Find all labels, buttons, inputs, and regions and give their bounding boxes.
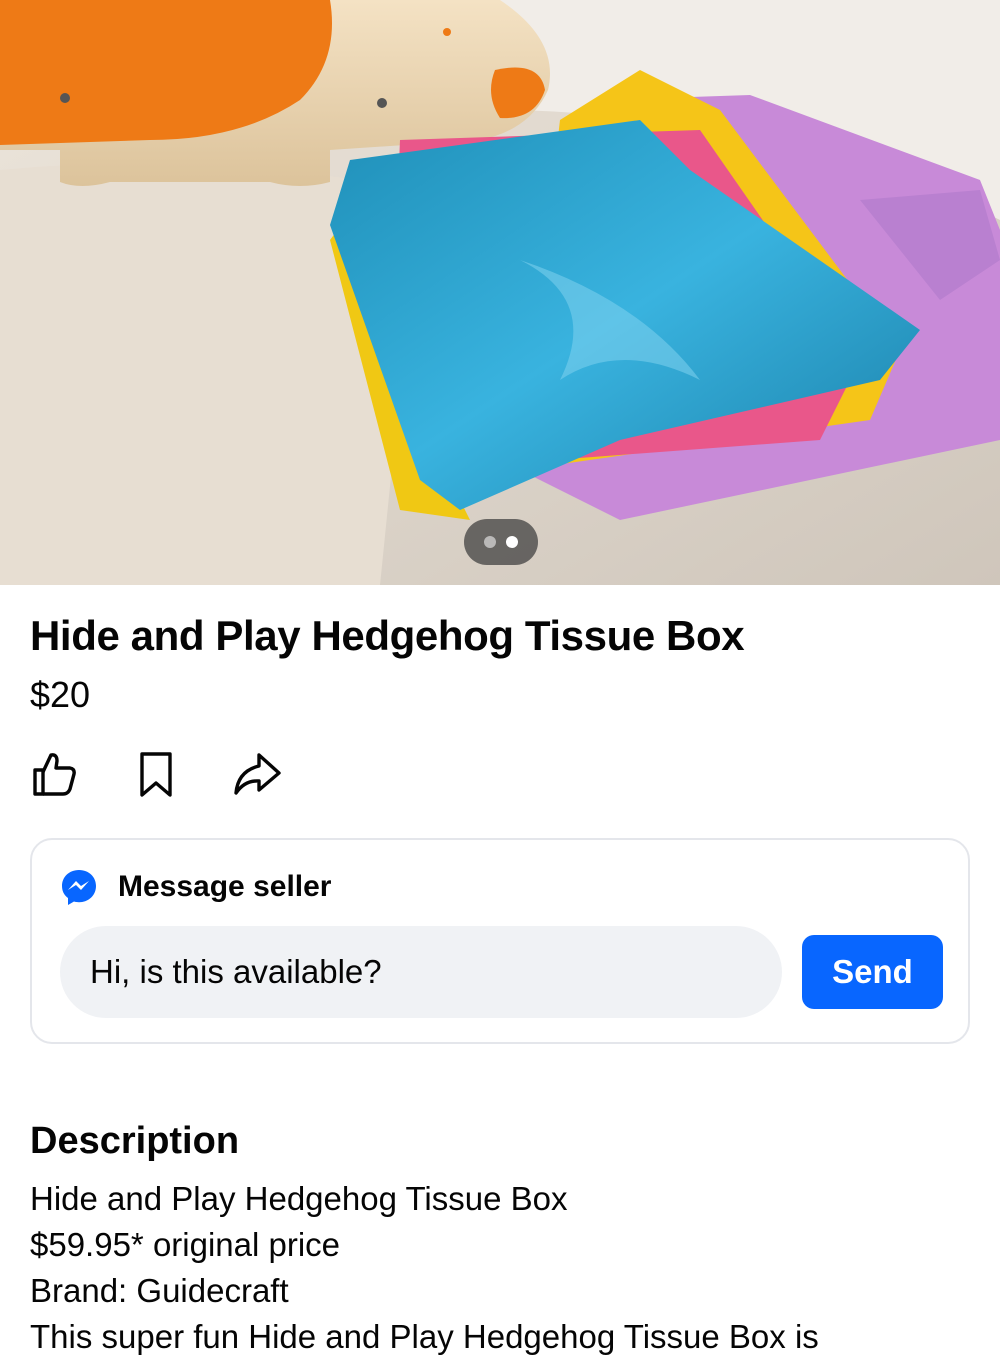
description-line: Hide and Play Hedgehog Tissue Box <box>30 1180 568 1217</box>
image-pager[interactable] <box>464 519 538 565</box>
description-heading: Description <box>30 1120 240 1162</box>
message-input[interactable] <box>60 926 782 1018</box>
share-button[interactable] <box>229 746 285 802</box>
description-line: Brand: Guidecraft <box>30 1272 289 1309</box>
description-text: Hide and Play Hedgehog Tissue Box $59.95… <box>30 1176 819 1360</box>
share-icon <box>234 753 281 795</box>
message-seller-label: Message seller <box>118 870 332 903</box>
listing-price: $20 <box>30 674 91 715</box>
message-seller-card: Message seller Send <box>30 838 970 1044</box>
message-seller-header: Message seller <box>60 868 331 906</box>
save-button[interactable] <box>128 746 184 802</box>
pager-dot-2-active[interactable] <box>506 536 518 548</box>
product-photo[interactable] <box>0 0 1000 585</box>
messenger-icon <box>62 870 96 905</box>
pager-dot-1[interactable] <box>484 536 496 548</box>
like-icon <box>33 753 76 796</box>
send-button[interactable]: Send <box>802 935 943 1009</box>
like-button[interactable] <box>26 746 82 802</box>
save-icon <box>140 752 172 797</box>
listing-title: Hide and Play Hedgehog Tissue Box <box>30 612 745 659</box>
description-line: $59.95* original price <box>30 1226 341 1263</box>
description-line: This super fun Hide and Play Hedgehog Ti… <box>30 1318 819 1355</box>
product-photo-illustration <box>0 0 1000 585</box>
